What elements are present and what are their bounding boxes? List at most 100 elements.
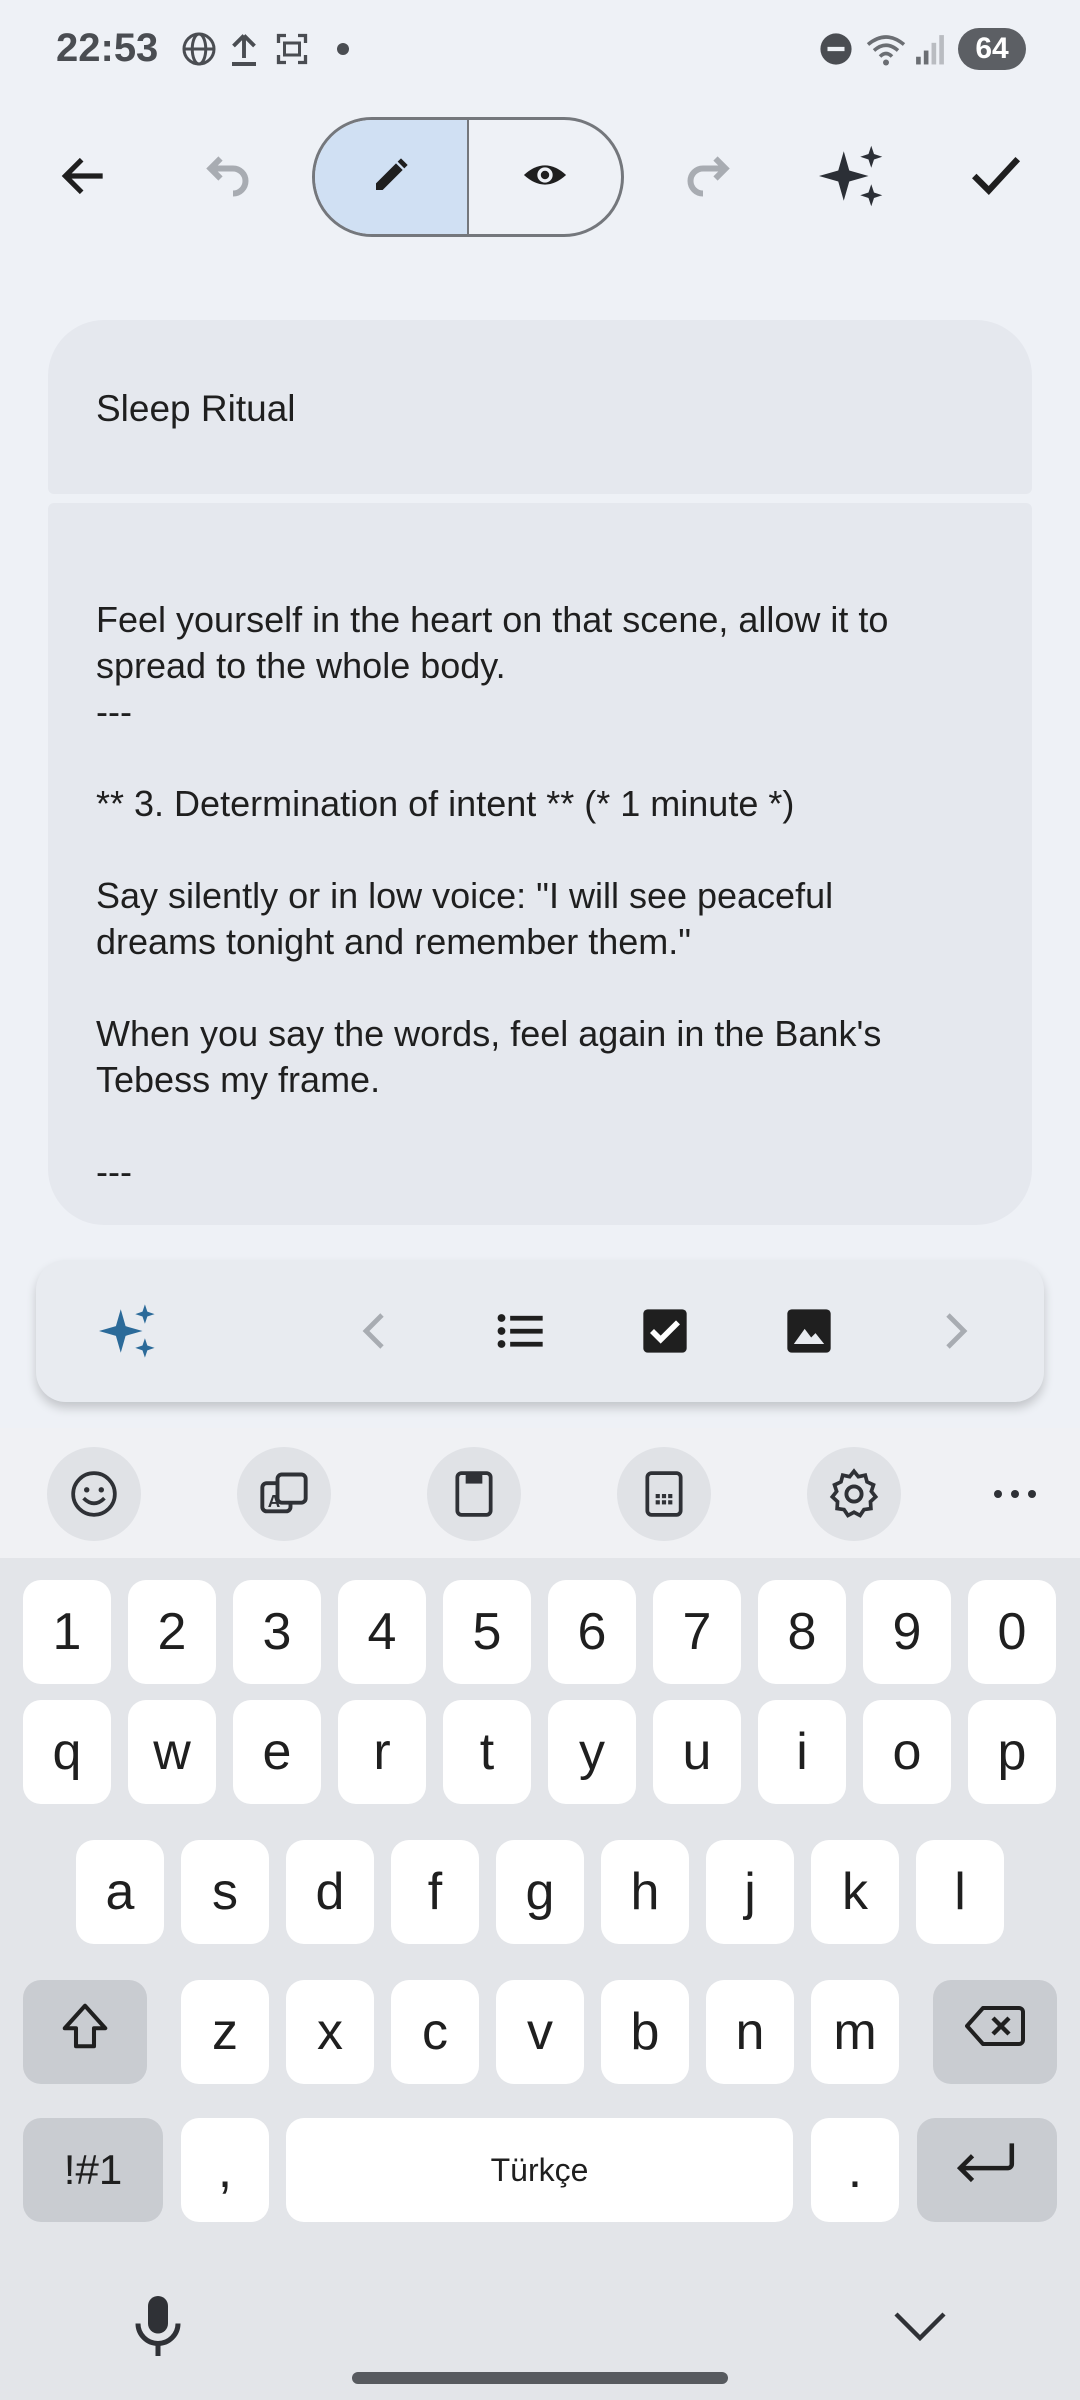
key-r[interactable]: r xyxy=(338,1700,426,1804)
key-f[interactable]: f xyxy=(391,1840,479,1944)
key-8[interactable]: 8 xyxy=(758,1580,846,1684)
ai-sparkle-icon[interactable] xyxy=(78,1281,178,1381)
note-title[interactable]: Sleep Ritual xyxy=(96,388,296,430)
key-7[interactable]: 7 xyxy=(653,1580,741,1684)
undo-icon[interactable] xyxy=(178,126,278,226)
status-bar: 22:53 64 xyxy=(0,0,1080,100)
key-6[interactable]: 6 xyxy=(548,1580,636,1684)
key-h[interactable]: h xyxy=(601,1840,689,1944)
bulleted-list-icon[interactable] xyxy=(471,1281,571,1381)
keyboard: A 1 2 3 4 5 6 7 8 9 0 q w e r t y u i o … xyxy=(0,1428,1080,2400)
key-m[interactable]: m xyxy=(811,1980,899,2084)
more-icon[interactable] xyxy=(968,1447,1062,1541)
key-9[interactable]: 9 xyxy=(863,1580,951,1684)
battery-indicator: 64 xyxy=(958,28,1026,70)
key-4[interactable]: 4 xyxy=(338,1580,426,1684)
redo-icon[interactable] xyxy=(658,126,758,226)
settings-icon[interactable] xyxy=(807,1447,901,1541)
checkbox-icon[interactable] xyxy=(615,1281,715,1381)
body-line: --- xyxy=(96,1151,132,1192)
check-icon[interactable] xyxy=(946,126,1046,226)
eye-icon xyxy=(522,152,568,203)
symbols-key[interactable]: !#1 xyxy=(23,2118,163,2222)
key-2[interactable]: 2 xyxy=(128,1580,216,1684)
chevron-left-icon[interactable] xyxy=(326,1281,426,1381)
key-w[interactable]: w xyxy=(128,1700,216,1804)
body-line xyxy=(96,965,996,1011)
clipboard-icon[interactable] xyxy=(427,1447,521,1541)
note-body-card[interactable]: Feel yourself in the heart on that scene… xyxy=(48,503,1032,1225)
key-e[interactable]: e xyxy=(233,1700,321,1804)
status-time: 22:53 xyxy=(56,26,159,70)
screenshot-icon xyxy=(272,28,312,70)
edit-mode-button[interactable] xyxy=(315,120,467,234)
one-handed-icon[interactable] xyxy=(617,1447,711,1541)
sparkle-icon[interactable] xyxy=(802,126,902,226)
backspace-key[interactable] xyxy=(933,1980,1057,2084)
key-v[interactable]: v xyxy=(496,1980,584,2084)
key-b[interactable]: b xyxy=(601,1980,689,2084)
key-n[interactable]: n xyxy=(706,1980,794,2084)
key-y[interactable]: y xyxy=(548,1700,636,1804)
key-3[interactable]: 3 xyxy=(233,1580,321,1684)
key-z[interactable]: z xyxy=(181,1980,269,2084)
period-key[interactable]: . xyxy=(811,2118,899,2222)
enter-key[interactable] xyxy=(917,2118,1057,2222)
key-1[interactable]: 1 xyxy=(23,1580,111,1684)
body-line: --- xyxy=(96,691,132,732)
globe-icon xyxy=(178,28,220,70)
body-line: ** 3. Determination of intent ** (* 1 mi… xyxy=(96,783,795,824)
formatting-bar xyxy=(36,1260,1044,1402)
emoji-icon[interactable] xyxy=(47,1447,141,1541)
key-a[interactable]: a xyxy=(76,1840,164,1944)
dnd-icon xyxy=(818,28,854,70)
key-c[interactable]: c xyxy=(391,1980,479,2084)
hide-keyboard-icon[interactable] xyxy=(872,2278,968,2374)
key-u[interactable]: u xyxy=(653,1700,741,1804)
key-g[interactable]: g xyxy=(496,1840,584,1944)
keyboard-toolbar: A xyxy=(0,1428,1080,1558)
translate-icon[interactable]: A xyxy=(237,1447,331,1541)
note-body[interactable]: Feel yourself in the heart on that scene… xyxy=(96,597,996,1195)
key-x[interactable]: x xyxy=(286,1980,374,2084)
svg-text:A: A xyxy=(268,1491,281,1511)
body-line: dreams tonight and remember them." xyxy=(96,921,692,962)
enter-icon xyxy=(956,2139,1018,2202)
preview-mode-button[interactable] xyxy=(469,120,621,234)
upload-icon xyxy=(226,28,262,70)
key-5[interactable]: 5 xyxy=(443,1580,531,1684)
key-k[interactable]: k xyxy=(811,1840,899,1944)
key-j[interactable]: j xyxy=(706,1840,794,1944)
body-line xyxy=(96,1103,996,1149)
edit-preview-toggle[interactable] xyxy=(312,117,624,237)
body-line: When you say the words, feel again in th… xyxy=(96,1013,882,1054)
image-icon[interactable] xyxy=(759,1281,859,1381)
wifi-icon xyxy=(864,28,908,70)
body-line xyxy=(96,827,996,873)
comma-key[interactable]: , xyxy=(181,2118,269,2222)
microphone-icon[interactable] xyxy=(110,2278,206,2374)
key-t[interactable]: t xyxy=(443,1700,531,1804)
note-title-card[interactable]: Sleep Ritual xyxy=(48,320,1032,494)
pencil-icon xyxy=(371,155,411,200)
space-key[interactable]: Türkçe xyxy=(286,2118,793,2222)
key-s[interactable]: s xyxy=(181,1840,269,1944)
body-line: spread to the whole body. xyxy=(96,645,506,686)
key-i[interactable]: i xyxy=(758,1700,846,1804)
signal-icon xyxy=(912,28,948,70)
key-d[interactable]: d xyxy=(286,1840,374,1944)
key-0[interactable]: 0 xyxy=(968,1580,1056,1684)
dot-icon xyxy=(334,28,352,70)
key-o[interactable]: o xyxy=(863,1700,951,1804)
key-q[interactable]: q xyxy=(23,1700,111,1804)
key-l[interactable]: l xyxy=(916,1840,1004,1944)
body-line: Feel yourself in the heart on that scene… xyxy=(96,599,889,640)
home-indicator[interactable] xyxy=(352,2372,728,2384)
backspace-icon xyxy=(965,2002,1025,2062)
key-p[interactable]: p xyxy=(968,1700,1056,1804)
chevron-right-icon[interactable] xyxy=(904,1281,1004,1381)
body-line xyxy=(96,735,996,781)
body-line: Tebess my frame. xyxy=(96,1059,381,1100)
shift-key[interactable] xyxy=(23,1980,147,2084)
back-arrow-icon[interactable] xyxy=(34,126,134,226)
